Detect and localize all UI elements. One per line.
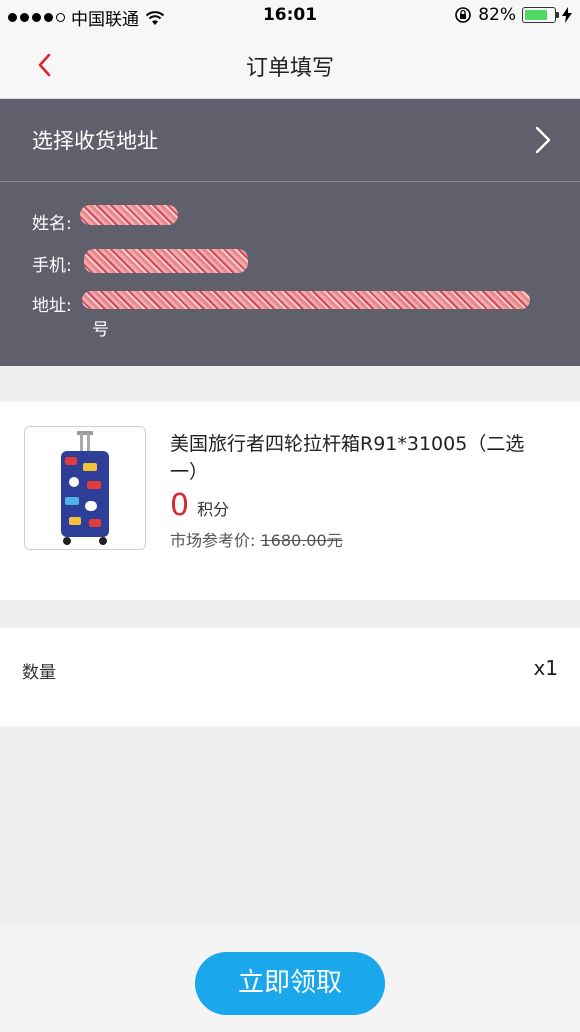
status-right: 82% xyxy=(454,5,572,25)
battery-icon xyxy=(522,7,559,23)
select-address-row[interactable]: 选择收货地址 xyxy=(0,99,580,182)
product-image xyxy=(24,426,146,550)
phone-label: 手机: xyxy=(32,256,72,276)
quantity-value: x1 xyxy=(533,656,558,680)
redacted-address xyxy=(82,291,530,309)
market-price-row: 市场参考价: 1680.00元 xyxy=(170,527,343,551)
redacted-name xyxy=(80,205,178,225)
battery-percent: 82% xyxy=(478,5,516,25)
product-title: 美国旅行者四轮拉杆箱R91*31005（二选一） xyxy=(170,433,525,483)
chevron-right-icon xyxy=(535,126,551,154)
name-label: 姓名: xyxy=(32,214,72,234)
address-tail: 号 xyxy=(92,320,109,340)
quantity-row: 数量 x1 xyxy=(0,628,580,726)
address-label: 地址: xyxy=(32,296,72,316)
market-price-value: 1680.00元 xyxy=(260,531,343,550)
market-price-label: 市场参考价: xyxy=(170,531,256,550)
points-value: 0 xyxy=(170,488,190,523)
nav-bar: 订单填写 xyxy=(0,32,580,99)
battery-fill xyxy=(525,10,548,20)
suitcase-image xyxy=(61,431,109,545)
redacted-phone xyxy=(84,249,248,273)
claim-button[interactable]: 立即领取 xyxy=(195,952,385,1015)
rotation-lock-icon xyxy=(455,7,472,23)
points-price: 0 积分 xyxy=(170,488,229,523)
select-address-label: 选择收货地址 xyxy=(32,129,158,153)
product-card: 美国旅行者四轮拉杆箱R91*31005（二选一） 0 积分 市场参考价: 168… xyxy=(0,402,580,600)
points-unit: 积分 xyxy=(197,500,230,519)
charging-bolt-icon xyxy=(562,7,572,23)
page-title: 订单填写 xyxy=(245,56,334,81)
status-bar: 中国联通 16:01 82% xyxy=(0,0,580,32)
address-section: 选择收货地址 姓名: 手机: 地址: 号 xyxy=(0,99,580,366)
bottom-bar: 立即领取 xyxy=(0,924,580,1032)
quantity-label: 数量 xyxy=(22,663,56,683)
